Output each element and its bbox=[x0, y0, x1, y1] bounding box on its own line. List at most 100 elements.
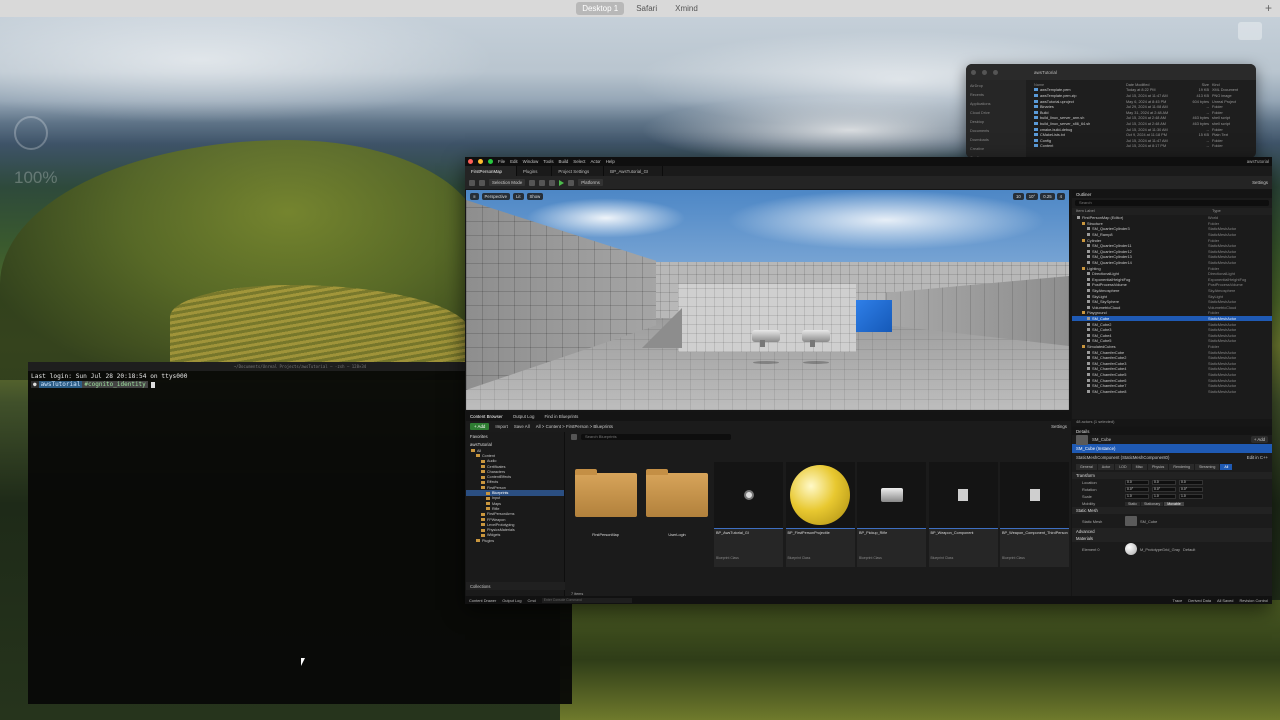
add-actor-icon[interactable] bbox=[529, 179, 536, 186]
grid-snap[interactable]: 10 bbox=[1012, 193, 1024, 200]
asset-tile[interactable]: FirstPersonMap bbox=[571, 462, 640, 567]
content-drawer-button[interactable]: Content Drawer bbox=[469, 598, 496, 603]
finder-sidebar-item[interactable]: AirDrop bbox=[970, 84, 1022, 93]
advanced-section[interactable]: Advanced bbox=[1072, 528, 1272, 535]
tab-content-browser[interactable]: Content Browser bbox=[470, 414, 503, 419]
mobility-static[interactable]: Static bbox=[1125, 501, 1140, 506]
rotation-label[interactable]: Rotation bbox=[1082, 487, 1122, 492]
tab-find-in-blueprints[interactable]: Find in Blueprints bbox=[544, 414, 578, 419]
location-y[interactable]: 0.0 bbox=[1152, 480, 1176, 485]
trace-button[interactable]: Trace bbox=[1172, 598, 1182, 603]
menu-actor[interactable]: Actor bbox=[591, 159, 601, 164]
details-tab[interactable]: Details bbox=[1072, 427, 1272, 435]
viewport-menu-icon[interactable]: ≡ bbox=[470, 193, 479, 200]
scale-label[interactable]: Scale bbox=[1082, 494, 1122, 499]
outliner-row[interactable]: PostProcessVolume PostProcessVolume bbox=[1072, 282, 1272, 288]
rifle-pickup[interactable] bbox=[752, 330, 780, 347]
show-button[interactable]: Show bbox=[526, 193, 544, 200]
tab-first-person-map[interactable]: FirstPersonMap bbox=[465, 166, 517, 176]
close-button[interactable] bbox=[468, 159, 473, 164]
cinematics-icon[interactable] bbox=[549, 179, 556, 186]
tab-output-log[interactable]: Output Log bbox=[513, 414, 535, 419]
level-viewport[interactable]: ≡ Perspective Lit Show 10 10° 0.25 4 bbox=[466, 190, 1069, 410]
close-button[interactable] bbox=[971, 69, 976, 75]
all-saved-button[interactable]: All Saved bbox=[1217, 598, 1233, 603]
finder-sidebar-item[interactable]: Documents bbox=[970, 129, 1022, 138]
transform-section[interactable]: Transform bbox=[1072, 472, 1272, 479]
rotation-snap[interactable]: 10° bbox=[1025, 193, 1039, 200]
static-mesh-section[interactable]: Static Mesh bbox=[1072, 507, 1272, 514]
menu-help[interactable]: Help bbox=[606, 159, 615, 164]
location-label[interactable]: Location bbox=[1082, 480, 1122, 485]
details-filter-general[interactable]: General bbox=[1076, 464, 1097, 470]
finder-sidebar-item[interactable]: Downloads bbox=[970, 138, 1022, 147]
finder-sidebar-item[interactable]: Recents bbox=[970, 93, 1022, 102]
col-type[interactable]: Type bbox=[1212, 208, 1221, 215]
scale-z[interactable]: 1.0 bbox=[1179, 494, 1203, 499]
details-filter-physics[interactable]: Physics bbox=[1147, 464, 1169, 470]
mode-icon[interactable] bbox=[479, 179, 485, 186]
add-space-button[interactable]: + bbox=[1265, 1, 1272, 15]
details-filter-actor[interactable]: Actor bbox=[1097, 464, 1115, 470]
cb-settings-button[interactable]: Settings bbox=[1051, 424, 1067, 429]
component-row[interactable]: StaticMeshComponent (StaticMeshComponent… bbox=[1072, 453, 1272, 462]
finder-sidebar-item[interactable]: Desktop bbox=[970, 120, 1022, 129]
tab-project-settings[interactable]: Project Settings bbox=[552, 166, 605, 176]
file-row[interactable]: Binaries Jul 29, 2024 at 11:08 AM -- Folder bbox=[1034, 104, 1252, 110]
menu-select[interactable]: Select bbox=[573, 159, 585, 164]
location-x[interactable]: 0.0 bbox=[1125, 480, 1149, 485]
rotation-y[interactable]: 0.0° bbox=[1152, 487, 1176, 492]
outliner-row[interactable]: ExponentialHeightFog ExponentialHeightFog bbox=[1072, 277, 1272, 283]
menu-file[interactable]: File bbox=[498, 159, 505, 164]
space-safari[interactable]: Safari bbox=[630, 2, 663, 15]
camera-speed[interactable]: 4 bbox=[1056, 193, 1065, 200]
finder-sidebar-item[interactable]: Applications bbox=[970, 102, 1022, 111]
rifle-pickup[interactable] bbox=[802, 330, 830, 347]
lit-button[interactable]: Lit bbox=[512, 193, 524, 200]
tree-item[interactable]: Plugins bbox=[466, 538, 564, 543]
details-filter-lod[interactable]: LOD bbox=[1115, 464, 1131, 470]
outliner-search-input[interactable]: Search bbox=[1075, 200, 1269, 206]
blue-cube[interactable] bbox=[856, 300, 892, 332]
cmd-label[interactable]: Cmd bbox=[528, 598, 536, 603]
add-component-button[interactable]: + Add bbox=[1250, 436, 1268, 443]
output-log-button[interactable]: Output Log bbox=[502, 598, 521, 603]
tab-plugins[interactable]: Plugins bbox=[517, 166, 553, 176]
save-icon[interactable] bbox=[469, 179, 475, 186]
filter-icon[interactable] bbox=[571, 434, 577, 440]
menu-edit[interactable]: Edit bbox=[510, 159, 518, 164]
file-row[interactable]: Build May 31, 2024 at 2:48 AM -- Folder bbox=[1034, 110, 1252, 116]
platforms-dropdown[interactable]: Platforms bbox=[578, 179, 603, 186]
rotation-x[interactable]: 0.0° bbox=[1125, 487, 1149, 492]
rotation-z[interactable]: 0.0° bbox=[1179, 487, 1203, 492]
asset-tile[interactable]: BP_Weapon_Component Blueprint Class bbox=[928, 462, 998, 567]
scale-snap[interactable]: 0.25 bbox=[1040, 193, 1055, 200]
console-input[interactable]: Enter Console Command bbox=[541, 597, 632, 603]
outliner-tab[interactable]: Outliner bbox=[1072, 190, 1272, 198]
import-button[interactable]: Import bbox=[495, 424, 507, 429]
component-instance-row[interactable]: SM_Cube (Instance) bbox=[1072, 444, 1272, 453]
file-row[interactable]: Content Jul 15, 2024 at 8:17 PM -- Folder bbox=[1034, 144, 1252, 150]
tree-root[interactable]: awsTutorial bbox=[466, 440, 564, 448]
materials-section[interactable]: Materials bbox=[1072, 535, 1272, 542]
asset-tile[interactable]: BP_Pickup_Rifle Blueprint Class bbox=[857, 462, 926, 567]
col-item-label[interactable]: Item Label bbox=[1076, 208, 1212, 215]
finder-sidebar-item[interactable]: Cloud Drive bbox=[970, 111, 1022, 120]
tab-game-instance[interactable]: BP_AwsTutorial_GI bbox=[604, 166, 664, 176]
minimize-button[interactable] bbox=[982, 69, 987, 75]
perspective-button[interactable]: Perspective bbox=[481, 193, 510, 200]
file-row[interactable]: awsTutorial.uproject May 6, 2024 at 8:45 … bbox=[1034, 99, 1252, 105]
menu-window[interactable]: Window bbox=[523, 159, 539, 164]
zoom-button[interactable] bbox=[488, 159, 493, 164]
details-filter-streaming[interactable]: Streaming bbox=[1194, 464, 1220, 470]
finder-sidebar-item[interactable]: Creative bbox=[970, 147, 1022, 156]
revision-control-button[interactable]: Revision Control bbox=[1239, 598, 1268, 603]
asset-tile[interactable]: BP_FirstPersonProjectile Blueprint Class bbox=[785, 462, 855, 567]
menu-tools[interactable]: Tools bbox=[543, 159, 553, 164]
settings-dropdown[interactable]: Settings bbox=[1252, 180, 1268, 185]
hot-corner-button[interactable] bbox=[1238, 22, 1262, 40]
blueprint-icon[interactable] bbox=[539, 179, 546, 186]
static-mesh-value[interactable]: SM_Cube bbox=[1140, 519, 1157, 524]
edit-in-cpp-link[interactable]: Edit in C++ bbox=[1247, 455, 1268, 460]
add-button[interactable]: + Add bbox=[470, 423, 490, 430]
